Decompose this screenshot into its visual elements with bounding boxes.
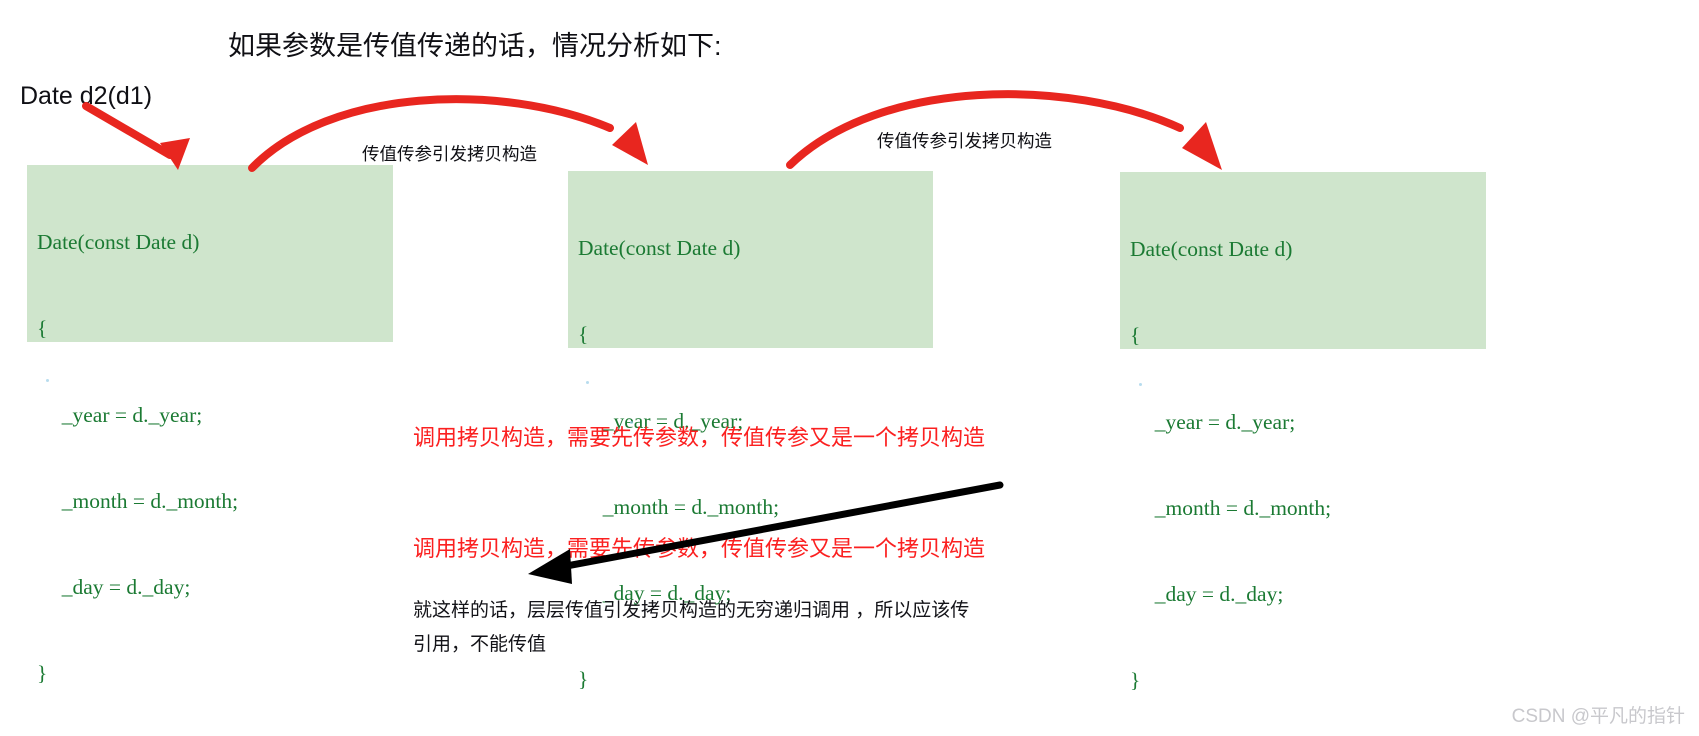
arrow-label-2: 传值传参引发拷贝构造 bbox=[877, 131, 1052, 151]
code-line: } bbox=[37, 660, 48, 685]
code-block-copy-constructor-3: Date(const Date d) { _year = d._year; _m… bbox=[1120, 172, 1486, 692]
code-line: _day = d._day; bbox=[51, 574, 191, 599]
diagram-canvas: 如果参数是传值传递的话，情况分析如下: Date d2(d1) Date(con… bbox=[0, 0, 1699, 736]
code-line: { bbox=[1130, 323, 1141, 348]
code-line: { bbox=[578, 322, 589, 347]
code-line: Date(const Date d) bbox=[37, 230, 200, 255]
code-line: } bbox=[578, 666, 589, 691]
code-block-copy-constructor-2: Date(const Date d) { _year = d._year; _m… bbox=[568, 171, 933, 691]
note-black-line-1: 就这样的话，层层传值引发拷贝构造的无穷递归调用 ，所以应该传 bbox=[413, 600, 970, 621]
arrow-label-1: 传值传参引发拷贝构造 bbox=[362, 144, 537, 164]
speck-dot bbox=[586, 381, 589, 384]
code-block-copy-constructor-1: Date(const Date d) { _year = d._year; _m… bbox=[27, 165, 393, 685]
speck-dot bbox=[46, 379, 49, 382]
watermark: CSDN @平凡的指针 bbox=[1511, 706, 1685, 727]
arrow-declaration-to-block1 bbox=[82, 102, 190, 170]
code-line: Date(const Date d) bbox=[1130, 237, 1293, 262]
code-line: _year = d._year; bbox=[1144, 409, 1296, 434]
code-line: { bbox=[37, 316, 48, 341]
code-line: _month = d._month; bbox=[592, 494, 780, 519]
code-line: _day = d._day; bbox=[1144, 581, 1284, 606]
variable-declaration-label: Date d2(d1) bbox=[20, 82, 153, 110]
code-line: _month = d._month; bbox=[51, 488, 239, 513]
code-line: } bbox=[1130, 667, 1141, 692]
code-line: Date(const Date d) bbox=[578, 236, 741, 261]
code-line: _month = d._month; bbox=[1144, 495, 1332, 520]
note-black-line-2: 引用，不能传值 bbox=[413, 633, 547, 655]
note-red-1: 调用拷贝构造，需要先传参数，传值传参又是一个拷贝构造 bbox=[413, 425, 986, 450]
code-line: _year = d._year; bbox=[51, 402, 203, 427]
note-red-2: 调用拷贝构造，需要先传参数，传值传参又是一个拷贝构造 bbox=[413, 536, 986, 561]
speck-dot bbox=[630, 421, 633, 424]
note-black: 就这样的话，层层传值引发拷贝构造的无穷递归调用 ，所以应该传 引用，不能传值 bbox=[413, 594, 969, 662]
speck-dot bbox=[1139, 383, 1142, 386]
page-title: 如果参数是传值传递的话，情况分析如下: bbox=[228, 31, 722, 61]
